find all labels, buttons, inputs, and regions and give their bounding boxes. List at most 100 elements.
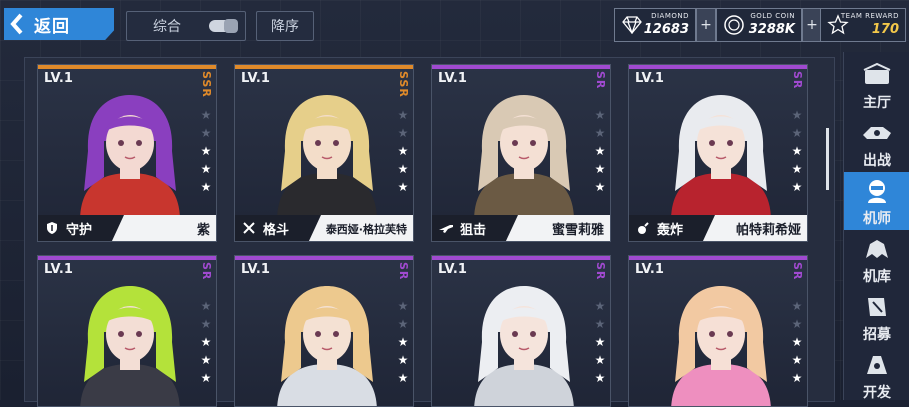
star-icon: ★ <box>200 162 212 176</box>
star-rating: ★ ★ ★ ★ ★ <box>791 109 803 199</box>
rarity-ribbon <box>38 256 216 260</box>
star-icon: ★ <box>200 353 212 367</box>
star-icon: ★ <box>594 126 606 140</box>
rarity-badge: SSR <box>200 71 213 98</box>
rifle-icon <box>438 220 454 236</box>
sort-mode-button[interactable]: 综合 <box>126 11 246 41</box>
diamond-icon <box>619 12 645 38</box>
diamond-caption: DIAMOND <box>651 12 689 20</box>
star-icon: ★ <box>791 335 803 349</box>
star-icon: ★ <box>791 180 803 194</box>
side-menu-label: 机库 <box>863 269 891 285</box>
side-menu-label: 出战 <box>863 153 891 169</box>
rarity-badge: SR <box>594 71 607 90</box>
pilot-portrait <box>60 272 200 406</box>
gold-value: 3288K <box>748 22 795 37</box>
back-button[interactable]: 返回 <box>4 8 114 40</box>
rarity-ribbon <box>629 65 807 69</box>
side-menu-label: 招募 <box>863 327 891 343</box>
star-icon: ★ <box>200 144 212 158</box>
star-icon: ★ <box>397 371 409 385</box>
star-rating: ★ ★ ★ ★ ★ <box>791 300 803 390</box>
rarity-badge: SR <box>791 71 804 90</box>
rarity-ribbon <box>432 256 610 260</box>
pilot-card[interactable]: LV.1 SR ★ ★ ★ ★ ★ 狙击 蜜雪莉雅 <box>431 64 611 242</box>
pilot-card[interactable]: LV.1 SR ★ ★ ★ ★ ★ <box>37 255 217 407</box>
star-icon: ★ <box>397 126 409 140</box>
pilot-class-tag: 格斗 <box>235 215 321 241</box>
mech-sortie-icon <box>861 118 893 148</box>
pilot-portrait <box>651 272 791 406</box>
rarity-badge: SSR <box>397 71 410 98</box>
pilot-card[interactable]: LV.1 SR ★ ★ ★ ★ ★ <box>431 255 611 407</box>
pilot-card[interactable]: LV.1 SSR ★ ★ ★ ★ ★ 守护 紫 <box>37 64 217 242</box>
shield-icon <box>44 220 60 236</box>
pilot-name: 紫 <box>196 223 210 238</box>
team-reward-counter: TEAM REWARD 170 <box>820 8 906 42</box>
pilot-level: LV.1 <box>44 262 73 277</box>
star-icon: ★ <box>200 299 212 313</box>
chevron-left-icon <box>4 8 30 40</box>
star-rating: ★ ★ ★ ★ ★ <box>397 300 409 390</box>
rarity-ribbon <box>432 65 610 69</box>
recruit-icon <box>861 292 893 322</box>
rarity-ribbon <box>235 65 413 69</box>
team-reward-value: 170 <box>871 22 899 37</box>
star-rating: ★ ★ ★ ★ ★ <box>200 109 212 199</box>
bomb-icon <box>635 220 651 236</box>
side-menu-item[interactable]: 主厅 <box>844 56 909 114</box>
star-rating: ★ ★ ★ ★ ★ <box>397 109 409 199</box>
star-icon: ★ <box>200 371 212 385</box>
star-rating: ★ ★ ★ ★ ★ <box>594 109 606 199</box>
side-menu-item[interactable]: 机师 <box>844 172 909 230</box>
pilot-portrait <box>60 81 200 221</box>
rarity-badge: SR <box>200 262 213 281</box>
top-bar: 返回 综合 降序 DIAMOND 12683 + GOLD COIN 3288K… <box>0 0 909 48</box>
pilot-info-bar: 狙击 蜜雪莉雅 <box>432 215 610 241</box>
star-icon: ★ <box>791 162 803 176</box>
star-rating: ★ ★ ★ ★ ★ <box>200 300 212 390</box>
star-icon: ★ <box>200 126 212 140</box>
rarity-ribbon <box>38 65 216 69</box>
star-icon: ★ <box>594 371 606 385</box>
pilot-info-bar: 轰炸 帕特莉希娅 <box>629 215 807 241</box>
sort-mode-label: 综合 <box>153 19 181 35</box>
diamond-counter: DIAMOND 12683 + <box>614 8 716 42</box>
side-menu-label: 开发 <box>863 385 891 401</box>
scrollbar[interactable] <box>826 128 829 190</box>
pilot-class-tag: 守护 <box>38 215 124 241</box>
side-menu-label: 主厅 <box>863 95 891 111</box>
side-menu-item[interactable]: 开发 <box>844 346 909 404</box>
star-icon: ★ <box>594 299 606 313</box>
pilot-card[interactable]: LV.1 SR ★ ★ ★ ★ ★ <box>234 255 414 407</box>
pilot-name: 帕特莉希娅 <box>735 223 801 238</box>
pilot-class-label: 轰炸 <box>657 222 684 238</box>
pilot-class-label: 狙击 <box>460 222 487 238</box>
side-menu-item[interactable]: 机库 <box>844 230 909 288</box>
pilot-info-bar: 格斗 泰西娅·格拉芙特 <box>235 215 413 241</box>
pilot-portrait <box>454 81 594 221</box>
pilot-portrait <box>454 272 594 406</box>
side-menu-item[interactable]: 招募 <box>844 288 909 346</box>
star-icon: ★ <box>397 144 409 158</box>
pilot-class-label: 守护 <box>66 222 93 238</box>
pilot-name: 蜜雪莉雅 <box>551 223 604 238</box>
sort-order-button[interactable]: 降序 <box>256 11 314 41</box>
back-label: 返回 <box>34 16 70 37</box>
team-reward-caption: TEAM REWARD <box>840 12 899 20</box>
add-gold-button[interactable]: + <box>802 8 822 42</box>
side-menu-item[interactable]: 出战 <box>844 114 909 172</box>
add-diamond-button[interactable]: + <box>696 8 716 42</box>
side-menu-label: 机师 <box>863 211 891 227</box>
star-icon: ★ <box>594 180 606 194</box>
pilot-card[interactable]: LV.1 SR ★ ★ ★ ★ ★ <box>628 255 808 407</box>
pilot-level: LV.1 <box>438 71 467 86</box>
star-icon: ★ <box>791 299 803 313</box>
pilot-card[interactable]: LV.1 SSR ★ ★ ★ ★ ★ 格斗 泰西娅·格拉芙特 <box>234 64 414 242</box>
gold-caption: GOLD COIN <box>750 12 795 20</box>
pilot-name: 泰西娅·格拉芙特 <box>325 223 407 236</box>
pilot-card[interactable]: LV.1 SR ★ ★ ★ ★ ★ 轰炸 帕特莉希娅 <box>628 64 808 242</box>
star-rating: ★ ★ ★ ★ ★ <box>594 300 606 390</box>
star-icon: ★ <box>200 317 212 331</box>
star-icon: ★ <box>594 162 606 176</box>
